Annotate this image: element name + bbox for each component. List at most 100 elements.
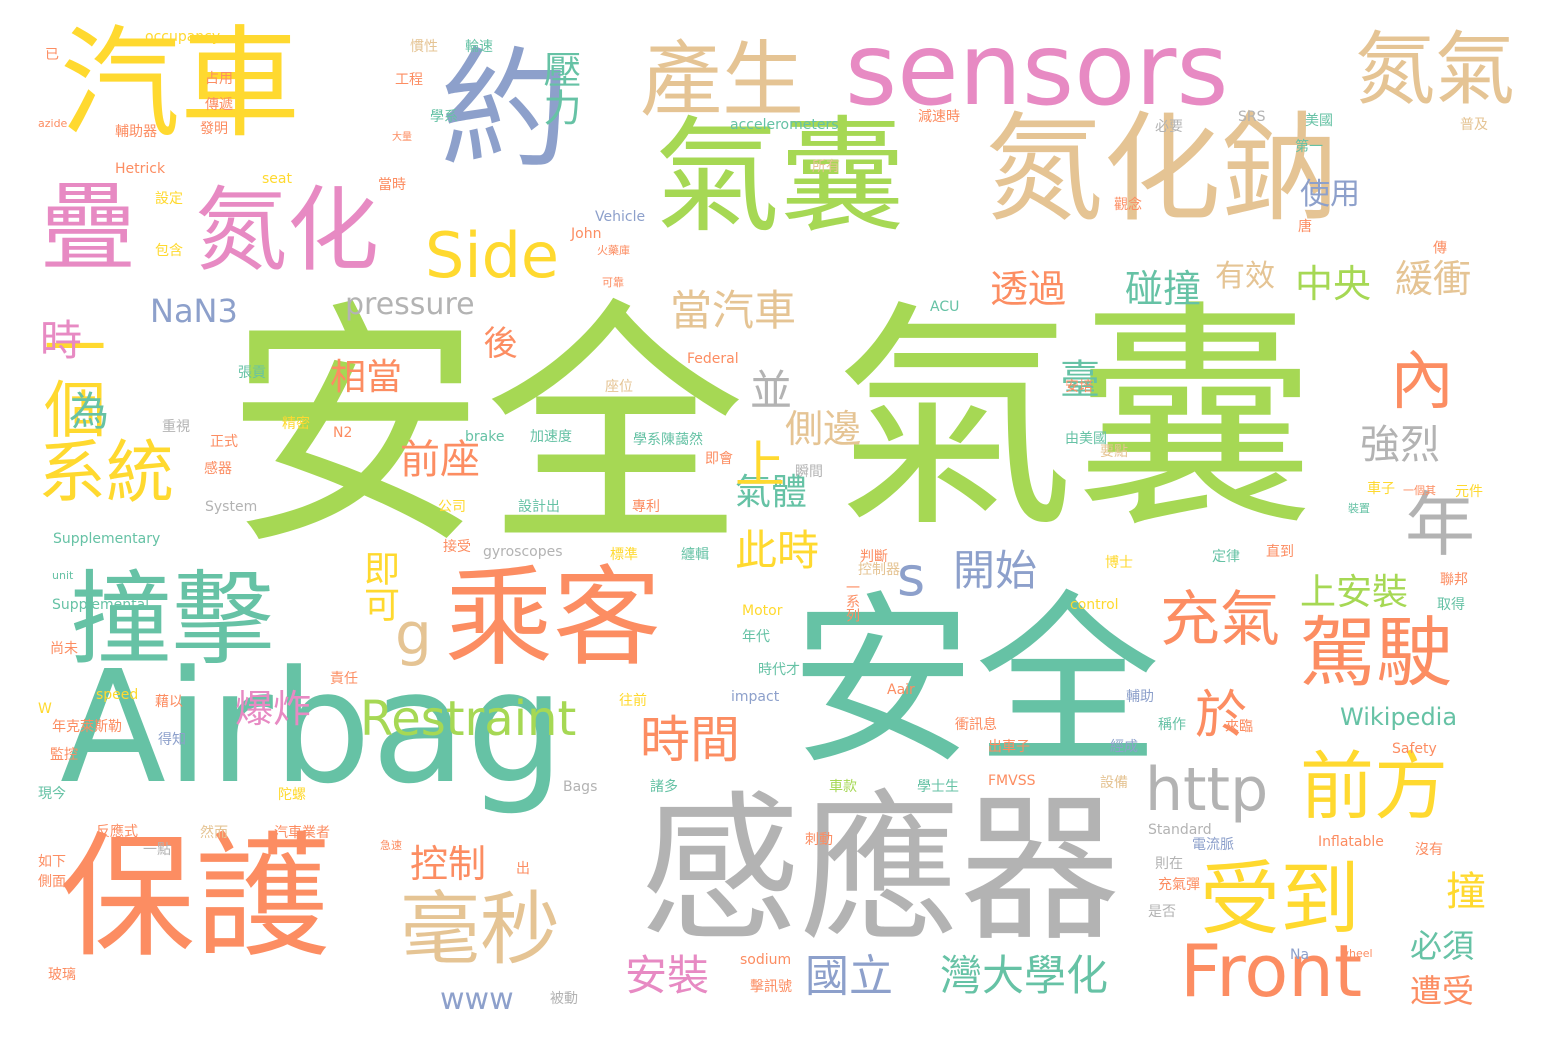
word-59: 上安裝 [1300, 572, 1409, 613]
word-107: 精密 [282, 416, 310, 432]
word-113: 瞬間 [795, 464, 823, 480]
word-142: 取得 [1437, 597, 1465, 613]
word-1: 氣囊 [835, 280, 1316, 560]
word-73: 工程 [395, 72, 423, 88]
word-57: 後 [477, 325, 517, 359]
word-10: sensors [845, 11, 1229, 128]
word-22: 年 [1405, 484, 1475, 566]
word-35: 此時 [735, 526, 820, 575]
word-148: impact [731, 689, 780, 705]
word-48: 相當 [330, 357, 403, 398]
word-83: 當時 [378, 177, 406, 193]
word-124: 定律 [1212, 549, 1240, 565]
word-152: 出車子 [988, 739, 1030, 755]
word-68: Wikipedia [1340, 703, 1458, 731]
word-185: 充氣彈 [1158, 877, 1200, 893]
word-180: 如下 [38, 854, 66, 870]
word-43: 碰撞 [1125, 267, 1202, 311]
word-112: 即會 [705, 451, 733, 467]
word-78: 輔助器 [115, 124, 157, 140]
word-81: Hetrick [115, 161, 166, 177]
word-12: 乘客 [445, 556, 662, 681]
word-21: 前方 [1300, 744, 1448, 830]
word-139: Supplemental [52, 597, 150, 613]
word-167: 學士生 [917, 779, 959, 795]
word-159: speed [96, 687, 139, 703]
word-165: Bags [563, 779, 598, 795]
word-178: Inflatable [1318, 834, 1384, 850]
word-96: 火藥庫 [597, 244, 630, 257]
word-92: 設定 [155, 191, 183, 207]
word-98: 觀念 [1114, 197, 1142, 213]
word-54: NaN3 [150, 292, 238, 330]
word-166: 車款 [829, 779, 857, 795]
word-149: 輔助 [1126, 689, 1154, 705]
word-82: seat [262, 171, 292, 187]
word-64: 撞 [1439, 870, 1485, 910]
word-44: 中央 [1295, 262, 1372, 306]
word-189: 擊訊號 [750, 979, 792, 995]
word-188: 被動 [550, 991, 578, 1007]
word-6: 氣囊 [655, 105, 905, 250]
word-131: 一個其 [1403, 484, 1436, 497]
word-104: 張貢 [238, 365, 266, 381]
word-94: Vehicle [595, 209, 646, 225]
word-130: 元件 [1455, 484, 1483, 500]
word-119: 接受 [443, 539, 471, 555]
word-61: 有效 [1215, 259, 1275, 294]
word-58: 即可 [358, 550, 399, 622]
word-42: 透過 [990, 267, 1067, 311]
word-18: 受到 [1200, 853, 1360, 946]
word-47: 強烈 [1360, 422, 1440, 468]
word-173: 汽車業者 [274, 825, 330, 841]
word-70: 已 [45, 47, 59, 63]
word-74: 占用 [205, 71, 233, 87]
word-161: 監控 [50, 747, 78, 763]
word-cloud: 安全 氣囊 安全 感應器 Airbag 保護 氣囊 氮化鈉約汽車 sensors 撞擊 乘客疊氮化產… [0, 0, 1548, 1052]
word-77: 發明 [200, 121, 228, 137]
word-55: 為 [62, 390, 108, 430]
word-29: 時間 [640, 711, 740, 769]
word-86: 必要 [1155, 119, 1183, 135]
word-38: 安裝 [625, 951, 710, 1000]
word-75: 傳遞 [205, 97, 233, 113]
word-111: 學系陳藹然 [633, 432, 703, 448]
word-88: 美國 [1305, 113, 1333, 129]
word-63: 爆炸 [235, 687, 312, 731]
word-14: 氮化 [195, 177, 380, 284]
word-135: 由美國 [1065, 431, 1107, 447]
word-24: 充氣 [1160, 585, 1280, 655]
word-85: 減速時 [918, 109, 960, 125]
word-3: 感應器 [640, 776, 1121, 963]
word-56: 時 [40, 316, 83, 365]
word-117: 專利 [632, 499, 660, 515]
word-147: Aair [887, 682, 915, 698]
word-172: 然而 [200, 825, 228, 841]
word-53: 上 [735, 436, 785, 494]
word-125: 直到 [1266, 544, 1294, 560]
word-15: 產生 [640, 33, 805, 128]
word-120: gyroscopes [483, 544, 563, 560]
word-127: 聯邦 [1440, 572, 1468, 588]
word-136: 安培 [1065, 379, 1093, 395]
word-184: 則在 [1155, 856, 1183, 872]
word-191: Na [1290, 947, 1310, 963]
word-19: Front [1180, 929, 1363, 1013]
word-101: ACU [930, 299, 960, 315]
word-50: 側邊 [785, 407, 862, 451]
word-176: Standard [1148, 822, 1212, 838]
word-34: 當汽車 [670, 286, 797, 335]
word-79: azide [38, 117, 68, 130]
word-174: 一點 [143, 842, 171, 858]
word-116: 設計出 [518, 499, 560, 515]
word-183: 刺動 [805, 832, 833, 848]
word-169: 經成 [1110, 739, 1138, 755]
word-11: 撞擊 [70, 561, 274, 680]
word-26: 系統 [38, 434, 175, 513]
word-163: 陀螺 [278, 787, 306, 803]
word-126: 博士 [1105, 555, 1133, 571]
word-179: 沒有 [1415, 842, 1443, 858]
word-40: pressure [345, 287, 475, 322]
word-143: 尚未 [50, 641, 78, 657]
word-168: FMVSS [988, 773, 1036, 789]
